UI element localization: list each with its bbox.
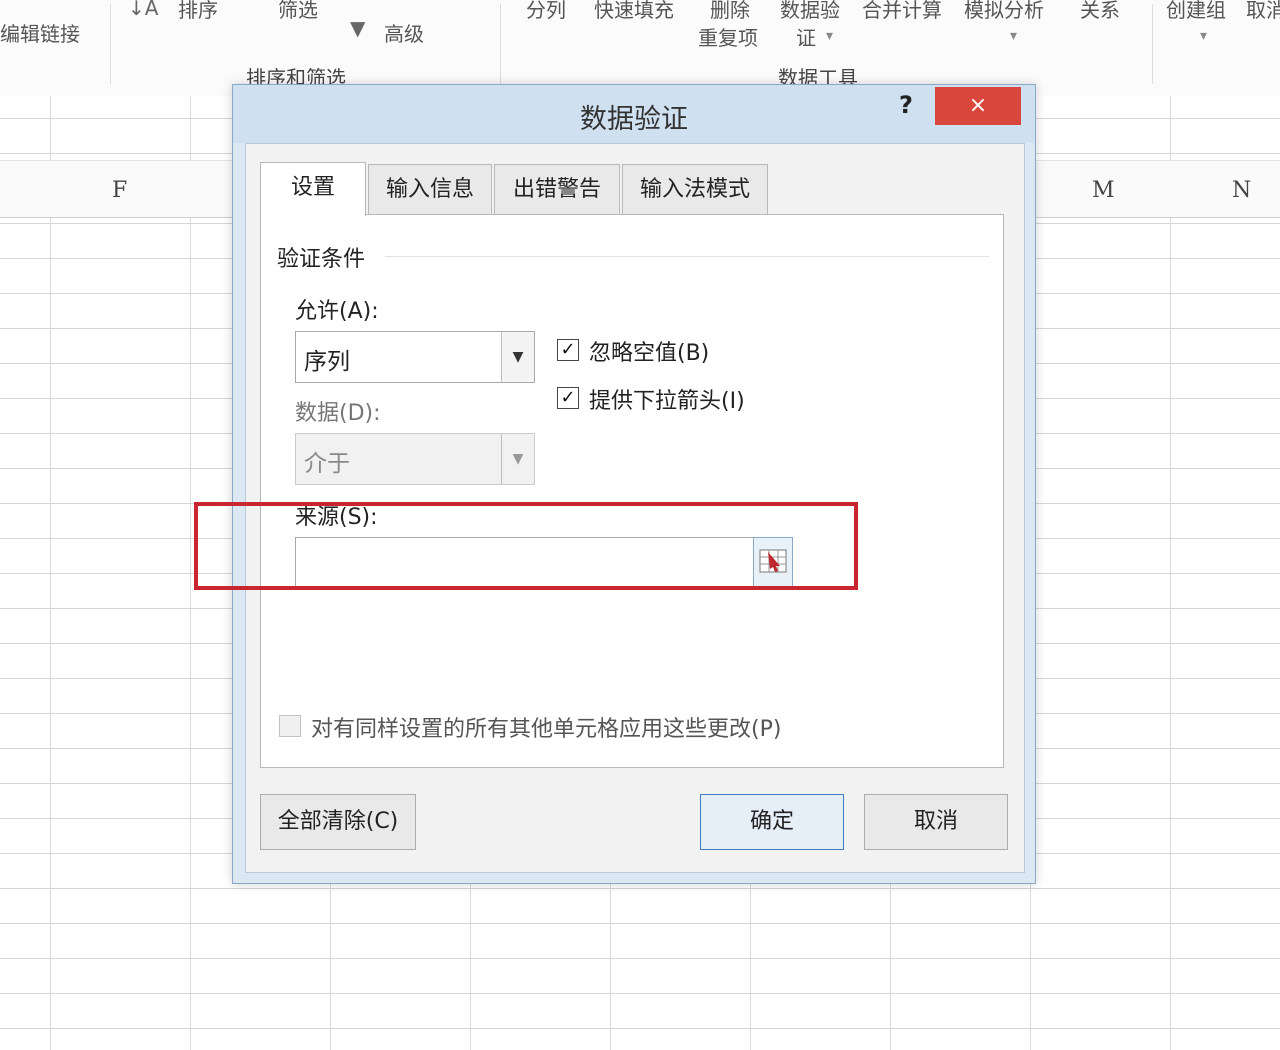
ungroup-button[interactable]: 取消: [1246, 0, 1280, 23]
remove-duplicates-label: 重复项: [698, 26, 758, 50]
clear-all-button[interactable]: 全部清除(C): [260, 794, 416, 850]
tab-input-message[interactable]: 输入信息: [368, 164, 492, 214]
ribbon-separator: [500, 4, 501, 84]
consolidate-button[interactable]: 合并计算: [862, 0, 942, 23]
group-button[interactable]: 创建组: [1166, 0, 1226, 23]
advanced-filter-button[interactable]: 高级: [384, 18, 424, 47]
data-select[interactable]: 介于 ▼: [295, 433, 535, 485]
in-cell-dropdown-checkbox[interactable]: ✓: [557, 387, 579, 409]
data-validation-button[interactable]: 数据验: [780, 0, 840, 23]
range-select-button[interactable]: [753, 537, 793, 587]
range-select-icon: [759, 549, 787, 573]
ignore-blank-checkbox[interactable]: ✓: [557, 339, 579, 361]
help-button[interactable]: ?: [899, 91, 913, 119]
data-validation-dialog: 数据验证 ? × 设置 输入信息 出错警告 输入法模式 验证条件 允许(A): …: [232, 84, 1036, 884]
dialog-titlebar[interactable]: 数据验证 ? ×: [233, 85, 1035, 143]
edit-links-button[interactable]: 编辑链接: [0, 18, 80, 47]
dialog-body: 设置 输入信息 出错警告 输入法模式 验证条件 允许(A): 序列 ▼ ✓ 忽略…: [245, 143, 1025, 873]
ignore-blank-label[interactable]: 忽略空值(B): [589, 335, 709, 367]
data-select-value: 介于: [304, 451, 350, 477]
section-divider: [385, 256, 989, 257]
allow-label: 允许(A):: [295, 299, 379, 324]
tab-error-alert[interactable]: 出错警告: [494, 164, 620, 214]
tab-settings[interactable]: 设置: [260, 162, 366, 216]
apply-all-label[interactable]: 对有同样设置的所有其他单元格应用这些更改(P): [311, 711, 781, 743]
in-cell-dropdown-label[interactable]: 提供下拉箭头(I): [589, 383, 745, 415]
allow-select[interactable]: 序列 ▼: [295, 331, 535, 383]
remove-duplicates-button[interactable]: 删除: [710, 0, 750, 23]
ribbon-separator: [1152, 4, 1153, 84]
dialog-title: 数据验证: [580, 104, 688, 135]
validation-criteria-label: 验证条件: [277, 247, 366, 272]
sort-az-icon[interactable]: ↓A: [128, 0, 158, 20]
flash-fill-button[interactable]: 快速填充: [594, 0, 674, 23]
chevron-down-icon[interactable]: ▾: [1010, 28, 1017, 44]
data-validation-label: 证: [796, 26, 816, 50]
close-icon: ×: [968, 93, 988, 118]
source-label: 来源(S):: [295, 505, 378, 530]
close-button[interactable]: ×: [935, 87, 1021, 125]
column-header-m[interactable]: M: [1092, 178, 1115, 203]
chevron-down-icon[interactable]: ▾: [826, 28, 833, 44]
settings-panel: 验证条件 允许(A): 序列 ▼ ✓ 忽略空值(B) ✓ 提供下拉箭头(I) 数…: [260, 214, 1004, 768]
cancel-button[interactable]: 取消: [864, 794, 1008, 850]
chevron-down-icon[interactable]: ▼: [501, 332, 534, 382]
ok-button[interactable]: 确定: [700, 794, 844, 850]
relationships-button[interactable]: 关系: [1080, 0, 1120, 23]
what-if-button[interactable]: 模拟分析: [964, 0, 1044, 23]
sort-button[interactable]: 排序: [178, 0, 218, 23]
filter-button[interactable]: 筛选: [278, 0, 318, 23]
advanced-filter-icon[interactable]: ▼: [350, 16, 365, 40]
column-header-n[interactable]: N: [1232, 178, 1251, 203]
chevron-down-icon[interactable]: ▼: [501, 434, 534, 484]
allow-select-value: 序列: [304, 349, 350, 375]
apply-all-checkbox[interactable]: [279, 715, 301, 737]
source-input[interactable]: [295, 537, 755, 587]
text-to-columns-button[interactable]: 分列: [526, 0, 566, 23]
chevron-down-icon[interactable]: ▾: [1200, 28, 1207, 44]
ribbon: 编辑链接 ↓A 排序 筛选 ▼ 高级 排序和筛选 分列 快速填充 删除 重复项 …: [0, 0, 1280, 97]
data-label: 数据(D):: [295, 401, 381, 426]
tab-ime-mode[interactable]: 输入法模式: [622, 164, 768, 214]
column-header-f[interactable]: F: [112, 178, 127, 203]
ribbon-separator: [110, 4, 111, 84]
